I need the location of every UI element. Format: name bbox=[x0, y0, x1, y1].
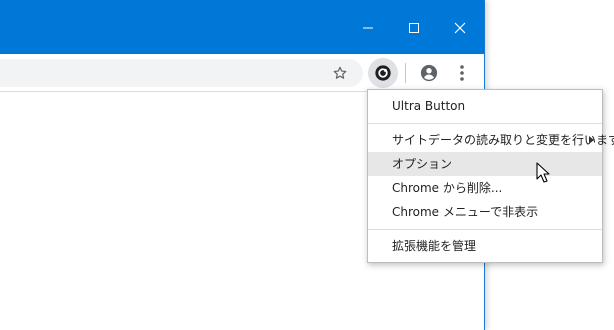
extension-context-menu: Ultra Button サイトデータの読み取りと変更を行います オプション C… bbox=[367, 89, 614, 263]
maximize-button[interactable] bbox=[392, 8, 436, 48]
mouse-cursor-icon bbox=[536, 162, 550, 183]
browser-toolbar bbox=[0, 54, 484, 92]
menu-item-hide-in-chrome-menu[interactable]: Chrome メニューで非表示 bbox=[368, 200, 602, 224]
ultra-button-extension-icon bbox=[375, 65, 391, 81]
bookmark-star-button[interactable] bbox=[331, 64, 349, 82]
address-bar[interactable] bbox=[0, 59, 363, 87]
menu-separator bbox=[368, 229, 602, 230]
close-button[interactable] bbox=[438, 8, 482, 48]
menu-item-remove-from-chrome[interactable]: Chrome から削除... bbox=[368, 176, 602, 200]
menu-item-extension-name[interactable]: Ultra Button bbox=[368, 94, 602, 118]
minimize-icon bbox=[363, 27, 373, 29]
profile-icon bbox=[420, 64, 438, 82]
maximize-icon bbox=[409, 23, 419, 33]
submenu-arrow-icon bbox=[589, 136, 594, 144]
toolbar-separator bbox=[405, 63, 406, 83]
menu-item-options[interactable]: オプション bbox=[368, 152, 602, 176]
profile-button[interactable] bbox=[419, 63, 439, 83]
ultra-button-extension[interactable] bbox=[368, 58, 398, 88]
menu-separator bbox=[368, 123, 602, 124]
kebab-menu-icon bbox=[460, 65, 464, 81]
title-bar bbox=[0, 0, 484, 54]
chrome-menu-button[interactable] bbox=[452, 63, 472, 83]
menu-item-manage-extensions[interactable]: 拡張機能を管理 bbox=[368, 234, 602, 258]
menu-item-label: サイトデータの読み取りと変更を行います bbox=[392, 133, 614, 147]
star-icon bbox=[333, 66, 347, 79]
close-icon bbox=[454, 22, 466, 34]
minimize-button[interactable] bbox=[346, 8, 390, 48]
menu-item-site-access[interactable]: サイトデータの読み取りと変更を行います bbox=[368, 128, 614, 152]
